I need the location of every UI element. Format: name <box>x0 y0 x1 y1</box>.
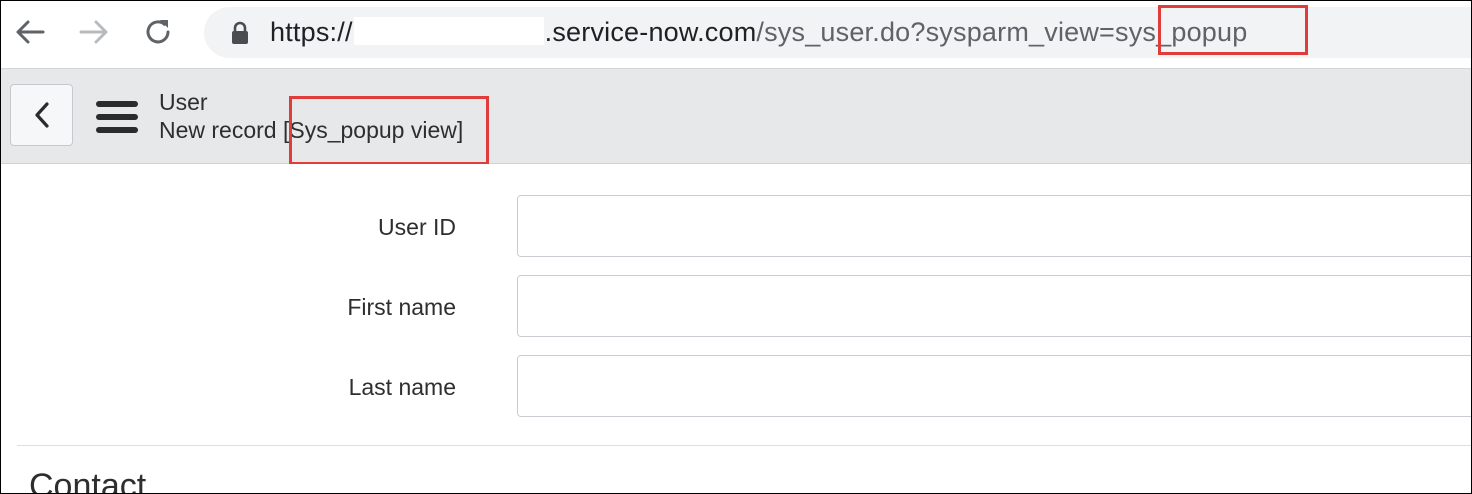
first-name-input[interactable] <box>517 275 1471 337</box>
user-id-label: User ID <box>378 214 456 240</box>
section-divider <box>17 445 1471 446</box>
chevron-left-icon <box>34 102 49 128</box>
forward-arrow-icon <box>79 20 108 44</box>
url-host: .service-now.com <box>544 17 757 47</box>
url-path: /sys_user.do?sysparm_view= <box>756 17 1116 47</box>
last-name-input[interactable] <box>517 355 1471 417</box>
url-redaction <box>353 17 544 45</box>
browser-back-button[interactable] <box>13 15 47 49</box>
back-button[interactable] <box>10 84 73 146</box>
browser-reload-button[interactable] <box>141 15 175 49</box>
contact-section-heading: Contact <box>29 467 147 494</box>
url-scheme: https:// <box>270 17 353 47</box>
record-header: User New record [Sys_popup view] <box>1 68 1471 165</box>
last-name-label: Last name <box>348 374 456 400</box>
record-table-name: User <box>159 89 208 115</box>
browser-toolbar: https:// .service-now.com/sys_user.do?sys… <box>1 1 1471 68</box>
form-row-user-id: User ID <box>1 195 1471 259</box>
first-name-label: First name <box>347 294 456 320</box>
view-name-highlight <box>289 96 489 165</box>
user-id-input[interactable] <box>517 195 1471 257</box>
hamburger-menu-icon[interactable] <box>96 101 138 133</box>
screenshot-frame: https:// .service-now.com/sys_user.do?sys… <box>0 0 1472 494</box>
record-form: User ID First name Last name Contact <box>1 164 1471 494</box>
back-arrow-icon <box>16 20 45 44</box>
form-row-first-name: First name <box>1 275 1471 339</box>
reload-icon <box>146 20 170 44</box>
lock-icon <box>232 21 248 44</box>
url-param-highlight <box>1158 5 1308 55</box>
record-status: New record <box>159 117 283 143</box>
browser-forward-button[interactable] <box>77 15 111 49</box>
url-text: https:// .service-now.com/sys_user.do?sys… <box>270 15 1247 49</box>
form-row-last-name: Last name <box>1 355 1471 419</box>
